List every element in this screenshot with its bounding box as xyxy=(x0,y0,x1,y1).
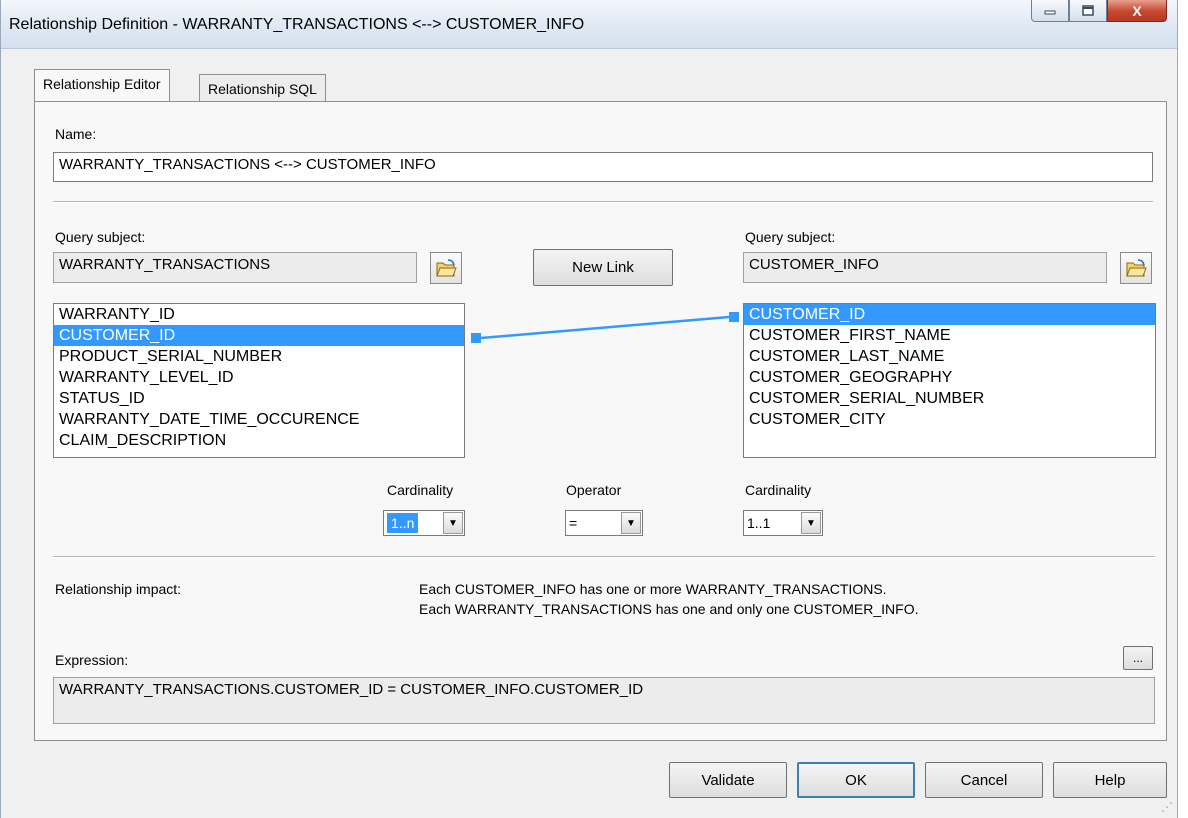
maximize-icon xyxy=(1082,4,1094,16)
link-handle-right[interactable] xyxy=(729,312,739,322)
separator-middle xyxy=(53,556,1155,558)
left-cardinality-select[interactable]: 1..n ▼ xyxy=(383,510,465,536)
operator-value: = xyxy=(569,515,578,531)
relationship-editor-panel: Name: WARRANTY_TRANSACTIONS <--> CUSTOME… xyxy=(34,101,1167,741)
right-cardinality-select[interactable]: 1..1 ▼ xyxy=(743,510,823,536)
chevron-down-icon[interactable]: ▼ xyxy=(443,512,463,534)
left-cardinality-label: Cardinality xyxy=(387,482,454,498)
window-title: Relationship Definition - WARRANTY_TRANS… xyxy=(9,16,585,33)
chevron-down-icon[interactable]: ▼ xyxy=(801,512,821,534)
close-icon: X xyxy=(1132,2,1142,19)
maximize-button[interactable] xyxy=(1069,0,1107,22)
right-column-list[interactable]: CUSTOMER_ID CUSTOMER_FIRST_NAME CUSTOMER… xyxy=(743,303,1156,458)
tab-relationship-sql[interactable]: Relationship SQL xyxy=(199,74,326,101)
relationship-impact-label: Relationship impact: xyxy=(55,581,182,597)
right-cardinality-value: 1..1 xyxy=(747,515,771,531)
operator-select[interactable]: = ▼ xyxy=(565,510,643,536)
tab-relationship-editor[interactable]: Relationship Editor xyxy=(34,69,170,101)
relationship-impact-line-1: Each CUSTOMER_INFO has one or more WARRA… xyxy=(419,581,887,597)
list-item[interactable]: CUSTOMER_FIRST_NAME xyxy=(744,325,1155,346)
minimize-icon xyxy=(1044,10,1056,14)
relationship-definition-window: Relationship Definition - WARRANTY_TRANS… xyxy=(0,0,1178,818)
list-item[interactable]: CUSTOMER_LAST_NAME xyxy=(744,346,1155,367)
list-item[interactable]: CUSTOMER_SERIAL_NUMBER xyxy=(744,388,1155,409)
relationship-impact-line-2: Each WARRANTY_TRANSACTIONS has one and o… xyxy=(419,601,919,617)
help-button[interactable]: Help xyxy=(1053,762,1167,798)
window-controls: X xyxy=(1031,0,1167,24)
list-item[interactable]: CUSTOMER_CITY xyxy=(744,409,1155,430)
validate-button[interactable]: Validate xyxy=(669,762,787,798)
title-bar[interactable]: Relationship Definition - WARRANTY_TRANS… xyxy=(1,0,1177,49)
link-handle-left[interactable] xyxy=(471,333,481,343)
resize-grip-icon[interactable]: ⋰ xyxy=(1161,800,1173,814)
chevron-down-icon[interactable]: ▼ xyxy=(621,512,641,534)
right-cardinality-label: Cardinality xyxy=(745,482,812,498)
ok-button[interactable]: OK xyxy=(797,762,915,798)
left-cardinality-value: 1..n xyxy=(387,513,419,533)
operator-label: Operator xyxy=(566,482,622,498)
expression-label: Expression: xyxy=(55,652,129,668)
close-button[interactable]: X xyxy=(1107,0,1167,22)
minimize-button[interactable] xyxy=(1031,0,1069,22)
link-line[interactable] xyxy=(480,315,730,340)
cancel-button[interactable]: Cancel xyxy=(925,762,1043,798)
list-item[interactable]: CUSTOMER_GEOGRAPHY xyxy=(744,367,1155,388)
expression-editor-button[interactable]: ... xyxy=(1123,646,1153,670)
list-item-selected[interactable]: CUSTOMER_ID xyxy=(744,304,1155,325)
expression-field[interactable]: WARRANTY_TRANSACTIONS.CUSTOMER_ID = CUST… xyxy=(53,677,1155,724)
